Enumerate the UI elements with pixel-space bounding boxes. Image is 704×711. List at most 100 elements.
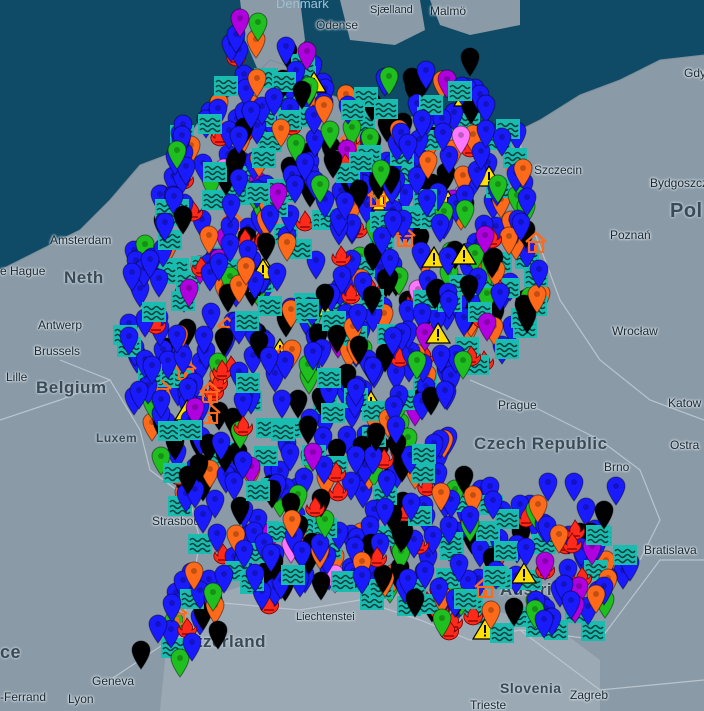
- blue-pin-marker[interactable]: [166, 324, 188, 354]
- blue-pin-marker[interactable]: [434, 380, 456, 410]
- blue-pin-marker[interactable]: [118, 326, 140, 357]
- blue-pin-marker[interactable]: [382, 326, 404, 356]
- green-pin-marker[interactable]: [319, 120, 341, 151]
- blue-pin-marker[interactable]: [240, 100, 262, 130]
- flood-icon-marker[interactable]: [177, 419, 203, 441]
- blue-pin-marker[interactable]: [347, 303, 369, 334]
- blue-pin-marker[interactable]: [385, 415, 407, 446]
- blue-pin-marker[interactable]: [537, 472, 559, 502]
- green-pin-marker[interactable]: [452, 350, 474, 380]
- black-pin-marker[interactable]: [503, 597, 525, 628]
- blue-pin-marker[interactable]: [416, 188, 438, 218]
- blue-pin-marker[interactable]: [228, 168, 250, 198]
- blue-pin-marker[interactable]: [516, 187, 538, 218]
- orange-pin-marker[interactable]: [276, 232, 298, 263]
- blue-pin-marker[interactable]: [150, 389, 172, 419]
- flood-icon-marker[interactable]: [280, 564, 306, 586]
- black-pin-marker[interactable]: [207, 620, 229, 650]
- blue-pin-marker[interactable]: [438, 290, 460, 320]
- flood-icon-marker[interactable]: [453, 588, 479, 610]
- blue-pin-marker[interactable]: [260, 543, 282, 573]
- blue-pin-marker[interactable]: [232, 450, 254, 480]
- blue-pin-marker[interactable]: [533, 609, 555, 639]
- flood-icon-marker[interactable]: [482, 565, 508, 587]
- blue-pin-marker[interactable]: [415, 60, 437, 90]
- blue-pin-marker[interactable]: [266, 262, 288, 292]
- blue-pin-marker[interactable]: [345, 445, 367, 476]
- blue-pin-marker[interactable]: [181, 632, 203, 662]
- flood-icon-marker[interactable]: [234, 310, 260, 332]
- blue-pin-marker[interactable]: [397, 133, 419, 163]
- black-pin-marker[interactable]: [255, 232, 277, 263]
- blue-pin-marker[interactable]: [263, 87, 285, 117]
- black-pin-marker[interactable]: [177, 465, 199, 495]
- flood-icon-marker[interactable]: [294, 298, 320, 320]
- blue-pin-marker[interactable]: [121, 262, 143, 293]
- orange-pin-marker[interactable]: [270, 118, 292, 148]
- fire-icon-marker[interactable]: [302, 496, 328, 518]
- flood-icon-marker[interactable]: [340, 99, 366, 121]
- blue-pin-marker[interactable]: [560, 590, 582, 620]
- warning-icon-marker[interactable]: [425, 321, 452, 344]
- blue-pin-marker[interactable]: [382, 209, 404, 239]
- blue-pin-marker[interactable]: [351, 565, 373, 595]
- flood-icon-marker[interactable]: [197, 113, 223, 135]
- flood-icon-marker[interactable]: [612, 544, 638, 566]
- black-pin-marker[interactable]: [348, 335, 370, 365]
- blue-pin-marker[interactable]: [128, 380, 150, 411]
- flood-icon-marker[interactable]: [447, 80, 473, 102]
- blue-pin-marker[interactable]: [206, 523, 228, 553]
- black-pin-marker[interactable]: [481, 249, 503, 279]
- black-pin-marker[interactable]: [372, 564, 394, 595]
- black-pin-marker[interactable]: [213, 327, 235, 358]
- blue-pin-marker[interactable]: [219, 233, 241, 263]
- blue-pin-marker[interactable]: [302, 341, 324, 371]
- orange-pin-marker[interactable]: [585, 584, 607, 614]
- fire-icon-marker[interactable]: [328, 244, 354, 267]
- purple-pin-marker[interactable]: [302, 442, 324, 473]
- blue-pin-marker[interactable]: [334, 191, 356, 221]
- green-pin-marker[interactable]: [202, 582, 224, 612]
- orange-pin-marker[interactable]: [281, 509, 303, 539]
- blue-pin-marker[interactable]: [161, 593, 183, 624]
- flood-icon-marker[interactable]: [213, 75, 239, 97]
- blue-pin-marker[interactable]: [275, 36, 297, 67]
- black-pin-marker[interactable]: [172, 205, 194, 236]
- flood-icon-marker[interactable]: [270, 420, 296, 442]
- blue-pin-marker[interactable]: [438, 515, 460, 545]
- green-pin-marker[interactable]: [166, 140, 188, 170]
- blue-pin-marker[interactable]: [475, 119, 497, 150]
- blue-pin-marker[interactable]: [228, 125, 250, 156]
- purple-pin-marker[interactable]: [476, 312, 498, 343]
- blue-pin-marker[interactable]: [515, 537, 537, 567]
- black-pin-marker[interactable]: [459, 47, 481, 77]
- green-pin-marker[interactable]: [378, 66, 400, 97]
- black-pin-marker[interactable]: [404, 588, 426, 618]
- orange-pin-marker[interactable]: [512, 158, 534, 189]
- blue-pin-marker[interactable]: [279, 442, 301, 472]
- orange-pin-marker[interactable]: [430, 482, 452, 513]
- green-pin-marker[interactable]: [431, 608, 453, 638]
- purple-pin-marker[interactable]: [296, 41, 318, 72]
- blue-pin-marker[interactable]: [432, 122, 454, 153]
- black-pin-marker[interactable]: [130, 640, 152, 670]
- blue-pin-marker[interactable]: [459, 505, 481, 535]
- green-pin-marker[interactable]: [406, 350, 428, 381]
- orange-pin-marker[interactable]: [526, 284, 548, 315]
- map-view[interactable]: Denmark Sjælland Malmö Odense Szczecin G…: [0, 0, 704, 711]
- black-pin-marker[interactable]: [291, 80, 313, 110]
- black-pin-marker[interactable]: [593, 500, 615, 530]
- flood-icon-marker[interactable]: [320, 402, 346, 424]
- blue-pin-marker[interactable]: [428, 577, 450, 608]
- orange-pin-marker[interactable]: [548, 524, 570, 554]
- blue-pin-marker[interactable]: [563, 472, 585, 502]
- flood-icon-marker[interactable]: [245, 480, 271, 502]
- blue-pin-marker[interactable]: [489, 282, 511, 313]
- blue-pin-marker[interactable]: [345, 377, 367, 408]
- orange-pin-marker[interactable]: [313, 95, 335, 125]
- blue-pin-marker[interactable]: [448, 553, 470, 583]
- blue-pin-marker[interactable]: [204, 489, 226, 520]
- flood-icon-marker[interactable]: [141, 301, 167, 323]
- blue-pin-marker[interactable]: [528, 259, 550, 289]
- warning-icon-marker[interactable]: [450, 242, 477, 265]
